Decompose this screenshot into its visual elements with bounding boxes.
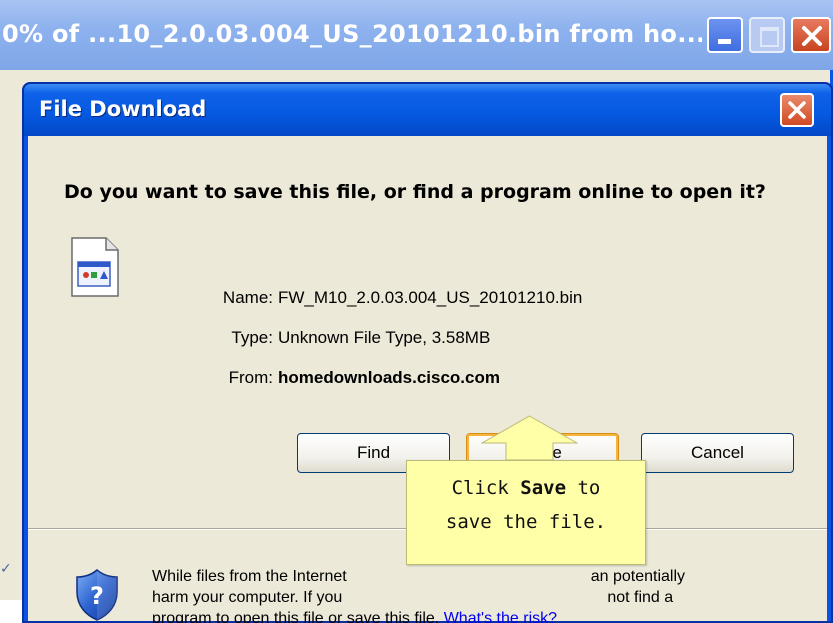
warning-line-1: While files from the Internet an potentia… [152, 568, 686, 585]
dialog-close-button[interactable] [780, 93, 814, 127]
warning-line-3: program to open this file or save this f… [152, 608, 812, 623]
file-name-value: FW_M10_2.0.03.004_US_20101210.bin [278, 288, 583, 307]
warning-line-2: harm your computer. If you not find a [152, 589, 674, 606]
svg-text:?: ? [90, 582, 104, 610]
background-titlebar[interactable]: 0% of ...10_2.0.03.004_US_20101210.bin f… [0, 0, 833, 70]
minimize-button[interactable] [707, 17, 743, 53]
instruction-callout: Click Save to save the file. [406, 460, 646, 565]
file-type-row: Type: Unknown File Type, 3.58MB [28, 328, 828, 352]
maximize-button[interactable] [749, 17, 785, 53]
close-icon [788, 101, 806, 119]
callout-emphasis: Save [520, 477, 567, 499]
file-type-label: Type: [231, 328, 273, 347]
file-type-value: Unknown File Type, 3.58MB [278, 328, 491, 347]
file-source-value: homedownloads.cisco.com [278, 368, 500, 387]
file-source-label: From: [228, 368, 273, 387]
dialog-question: Do you want to save this file, or find a… [64, 181, 766, 203]
close-icon [802, 26, 822, 46]
cancel-button-label: Cancel [691, 443, 744, 462]
file-source-row: From: homedownloads.cisco.com [28, 368, 828, 392]
background-window-title: 0% of ...10_2.0.03.004_US_20101210.bin f… [2, 20, 702, 48]
background-close-button[interactable] [791, 17, 831, 53]
dialog-title: File Download [39, 97, 207, 121]
check-mark-icon: ✓ [0, 560, 12, 576]
security-warning-text: While files from the Internet an potentia… [152, 566, 812, 623]
find-button-label: Find [356, 443, 391, 462]
callout-line-2: save the file. [445, 511, 607, 533]
file-name-label: Name: [222, 288, 273, 307]
shield-question-icon: ? [76, 569, 118, 621]
callout-line-1: Click Save to [451, 477, 601, 499]
cancel-button[interactable]: Cancel [641, 433, 794, 473]
whats-the-risk-link[interactable]: What's the risk? [444, 610, 557, 623]
dialog-titlebar[interactable]: File Download [24, 84, 831, 136]
file-name-row: Name: FW_M10_2.0.03.004_US_20101210.bin [28, 288, 828, 312]
callout-arrow [481, 415, 578, 460]
